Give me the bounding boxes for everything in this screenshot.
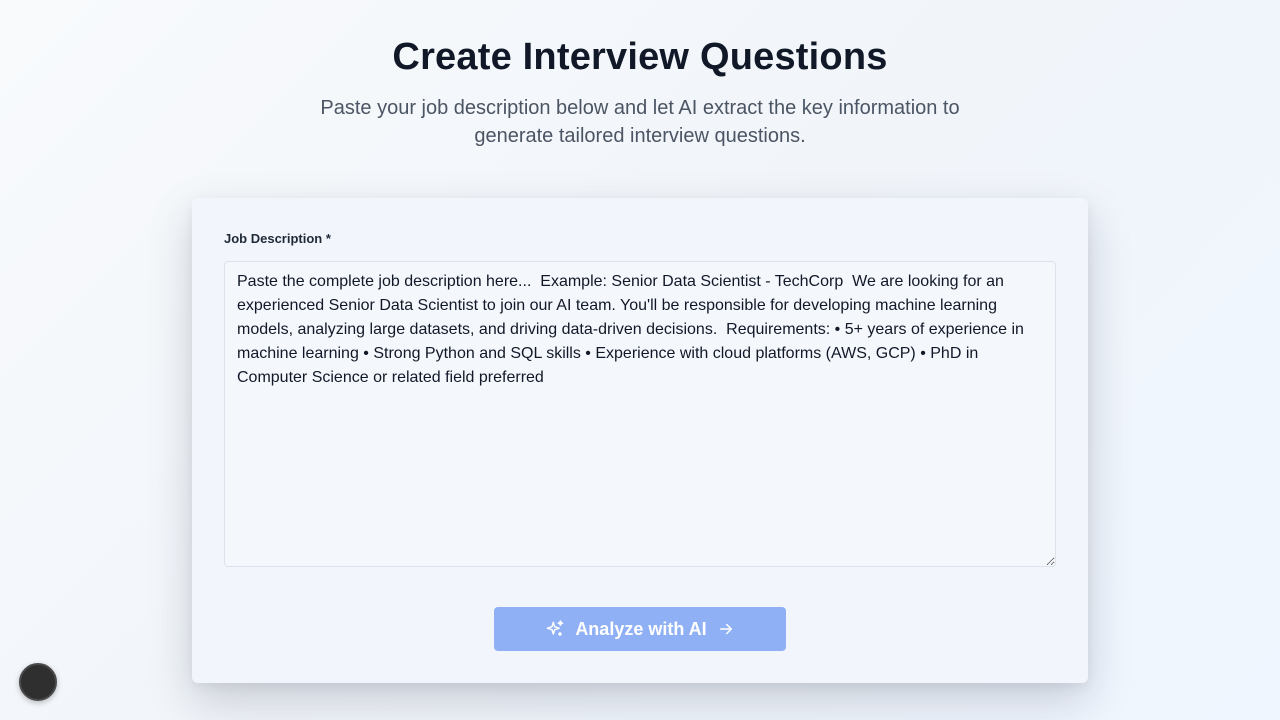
page-subtitle: Paste your job description below and let… <box>320 97 960 147</box>
page-header: Create Interview Questions Paste your jo… <box>0 0 1280 150</box>
job-description-textarea[interactable] <box>224 261 1056 567</box>
analyze-with-ai-button[interactable]: Analyze with AI <box>494 607 786 651</box>
job-description-card: Job Description * Analyze with AI <box>192 198 1088 683</box>
page-title: Create Interview Questions <box>392 36 888 78</box>
floating-action-button[interactable] <box>19 663 57 701</box>
arrow-right-icon <box>717 620 735 638</box>
sparkles-icon <box>545 619 565 639</box>
job-description-label: Job Description * <box>224 231 331 246</box>
analyze-button-label: Analyze with AI <box>575 618 707 639</box>
